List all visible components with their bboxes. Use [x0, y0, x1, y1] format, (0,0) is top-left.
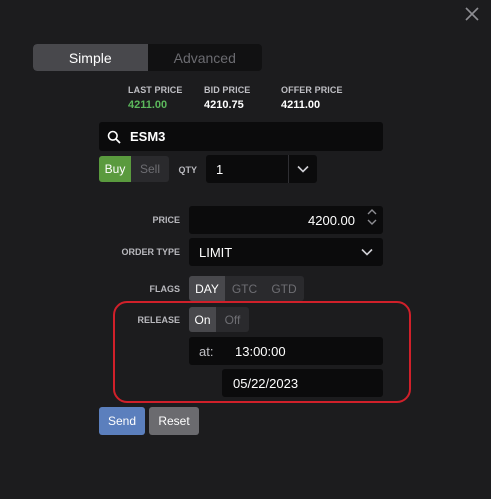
chevron-down-icon [361, 248, 373, 256]
buy-button[interactable]: Buy [99, 156, 131, 182]
search-icon [107, 130, 121, 144]
last-price-value: 4211.00 [128, 99, 168, 111]
flag-gtc[interactable]: GTC [225, 276, 264, 301]
side-toggle: Buy Sell [99, 156, 169, 182]
qty-dropdown-button[interactable] [289, 155, 317, 183]
chevron-down-icon[interactable] [367, 219, 377, 226]
release-time-input[interactable]: at: 13:00:00 [189, 337, 383, 365]
order-type-label: ORDER TYPE [121, 247, 180, 257]
order-ticket-panel: Simple Advanced LAST PRICE 4211.00 BID P… [0, 0, 491, 499]
flag-day[interactable]: DAY [189, 276, 225, 301]
sell-button[interactable]: Sell [131, 156, 169, 182]
offer-price: OFFER PRICE 4211.00 [281, 85, 343, 111]
flags-toggle: DAY GTC GTD [189, 276, 304, 301]
order-type-value: LIMIT [199, 244, 233, 260]
symbol-value: ESM3 [130, 129, 166, 144]
order-type-select[interactable]: LIMIT [189, 238, 383, 266]
reset-button[interactable]: Reset [149, 407, 199, 435]
release-label: RELEASE [137, 315, 180, 325]
release-off[interactable]: Off [216, 307, 249, 332]
tab-advanced[interactable]: Advanced [148, 44, 263, 71]
tab-simple[interactable]: Simple [33, 44, 148, 71]
price-input[interactable]: 4200.00 [189, 206, 383, 234]
flag-gtd[interactable]: GTD [264, 276, 304, 301]
mode-toggle: Simple Advanced [33, 44, 262, 71]
offer-price-label: OFFER PRICE [281, 85, 343, 95]
last-price-label: LAST PRICE [128, 85, 183, 95]
price-label: PRICE [152, 215, 180, 225]
release-on[interactable]: On [189, 307, 216, 332]
last-price: LAST PRICE 4211.00 [128, 85, 183, 111]
close-button[interactable] [463, 5, 481, 23]
release-date-value: 05/22/2023 [233, 375, 299, 391]
close-icon [465, 7, 479, 21]
send-button[interactable]: Send [99, 407, 145, 435]
bid-price-label: BID PRICE [204, 85, 251, 95]
offer-price-value: 4211.00 [281, 99, 321, 111]
release-date-input[interactable]: 05/22/2023 [222, 369, 383, 397]
symbol-search-input[interactable]: ESM3 [99, 122, 383, 151]
release-at-label: at: [199, 343, 214, 359]
chevron-down-icon [297, 165, 309, 173]
chevron-up-icon[interactable] [367, 208, 377, 215]
qty-label: QTY [178, 165, 197, 175]
release-time-value: 13:00:00 [235, 343, 286, 359]
flags-label: FLAGS [149, 284, 181, 294]
qty-field[interactable]: 1 [206, 155, 317, 183]
bid-price: BID PRICE 4210.75 [204, 85, 250, 111]
price-stepper[interactable] [367, 208, 377, 226]
bid-price-value: 4210.75 [204, 99, 244, 111]
release-toggle: On Off [189, 307, 249, 332]
price-value: 4200.00 [308, 212, 355, 228]
qty-value: 1 [216, 161, 224, 177]
